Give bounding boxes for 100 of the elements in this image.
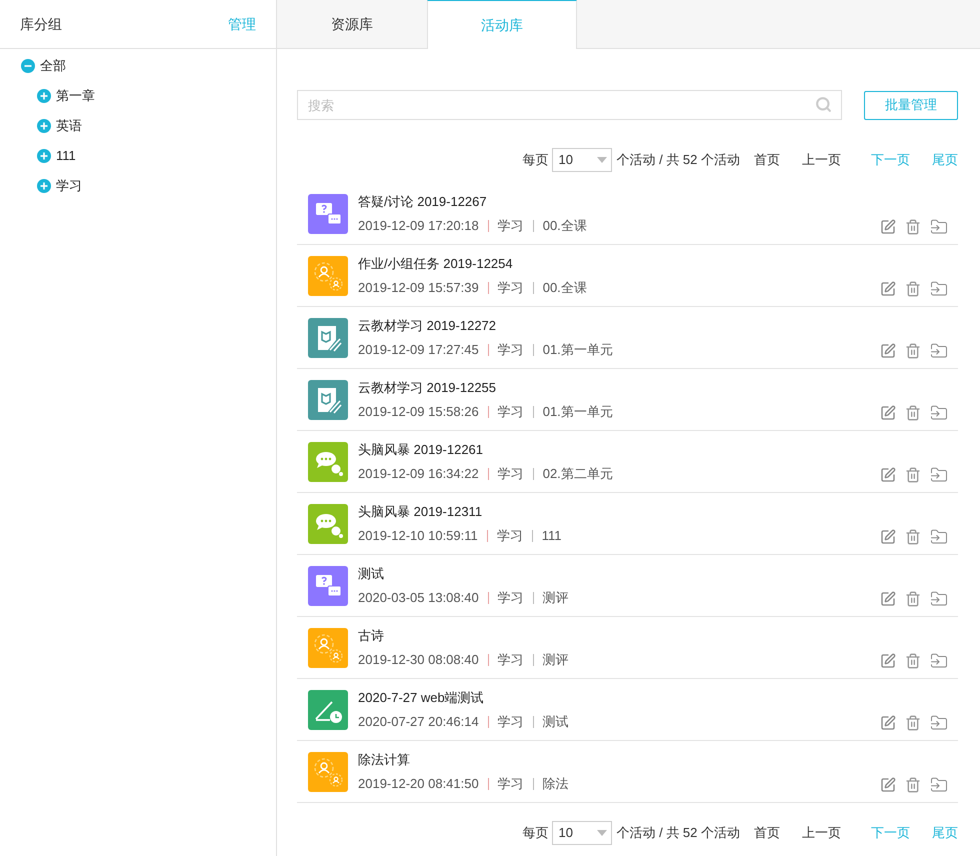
edit-icon[interactable] [880, 591, 896, 607]
trash-icon[interactable] [905, 715, 921, 731]
edit-icon[interactable] [880, 529, 896, 545]
activity-time: 2020-07-27 20:46:14 [358, 713, 479, 731]
activity-unit: 00.全课 [542, 279, 587, 297]
trash-icon[interactable] [905, 219, 921, 235]
activity-group: 学习 [498, 340, 524, 360]
sidebar-title: 库分组 [20, 14, 62, 34]
move-folder-icon[interactable] [930, 280, 948, 298]
activity-time: 2019-12-09 17:20:18 [358, 217, 479, 235]
activity-group: 学习 [498, 464, 524, 484]
move-folder-icon[interactable] [930, 218, 948, 236]
collapse-icon[interactable] [21, 59, 35, 73]
chat-question-icon [308, 194, 348, 234]
edit-icon[interactable] [880, 281, 896, 297]
trash-icon[interactable] [905, 529, 921, 545]
activity-group: 学习 [498, 650, 524, 670]
move-folder-icon[interactable] [930, 590, 948, 608]
trash-icon[interactable] [905, 591, 921, 607]
caret-down-icon [597, 157, 608, 163]
activity-unit: 111 [542, 527, 562, 545]
total-count: 个活动 / 共 52 个活动 [616, 151, 740, 170]
tree-item[interactable]: 111 [56, 146, 76, 166]
activity-title[interactable]: 头脑风暴 2019-12261 [358, 440, 880, 459]
pen-clock-icon [308, 690, 348, 730]
chat-question-icon [308, 566, 348, 606]
activity-unit: 除法 [542, 775, 569, 793]
book-pen-icon [308, 380, 348, 420]
move-folder-icon[interactable] [930, 342, 948, 360]
per-page-label: 每页 [522, 824, 548, 842]
activity-title[interactable]: 测试 [358, 564, 880, 583]
edit-icon[interactable] [880, 343, 896, 359]
activity-unit: 01.第一单元 [542, 341, 613, 359]
activity-time: 2019-12-10 10:59:11 [358, 527, 478, 545]
trash-icon[interactable] [905, 343, 921, 359]
edit-icon[interactable] [880, 467, 896, 483]
activity-unit: 测评 [542, 589, 569, 607]
activity-unit: 02.第二单元 [542, 465, 613, 483]
activity-unit: 01.第一单元 [542, 403, 613, 421]
move-folder-icon[interactable] [930, 528, 948, 546]
caret-down-icon [597, 830, 608, 836]
move-folder-icon[interactable] [930, 776, 948, 794]
activity-time: 2020-03-05 13:08:40 [358, 589, 479, 607]
activity-group: 学习 [498, 588, 524, 608]
activity-title[interactable]: 云教材学习 2019-12272 [358, 316, 880, 335]
move-folder-icon[interactable] [930, 652, 948, 670]
trash-icon[interactable] [905, 467, 921, 483]
trash-icon[interactable] [905, 653, 921, 669]
activity-time: 2019-12-09 16:34:22 [358, 465, 479, 483]
total-count: 个活动 / 共 52 个活动 [616, 824, 740, 842]
activity-title[interactable]: 2020-7-27 web端测试 [358, 688, 880, 707]
tree-item[interactable]: 全部 [40, 56, 66, 76]
per-page-select[interactable]: 10 [552, 148, 612, 172]
tree-item[interactable]: 学习 [56, 176, 82, 196]
activity-title[interactable]: 作业/小组任务 2019-12254 [358, 254, 880, 273]
people-gear-icon [308, 752, 348, 792]
expand-icon[interactable] [37, 149, 51, 163]
activity-unit: 00.全课 [542, 217, 587, 235]
trash-icon[interactable] [905, 281, 921, 297]
move-folder-icon[interactable] [930, 466, 948, 484]
chat-bubbles-icon [308, 442, 348, 482]
expand-icon[interactable] [37, 119, 51, 133]
edit-icon[interactable] [880, 715, 896, 731]
people-gear-icon [308, 256, 348, 296]
activity-unit: 测评 [542, 651, 569, 669]
edit-icon[interactable] [880, 653, 896, 669]
activity-time: 2019-12-20 08:41:50 [358, 775, 479, 793]
activity-time: 2019-12-30 08:08:40 [358, 651, 479, 669]
edit-icon[interactable] [880, 405, 896, 421]
expand-icon[interactable] [37, 179, 51, 193]
trash-icon[interactable] [905, 405, 921, 421]
activity-time: 2019-12-09 17:27:45 [358, 341, 479, 359]
move-folder-icon[interactable] [930, 404, 948, 422]
activity-title[interactable]: 头脑风暴 2019-12311 [358, 502, 880, 521]
activity-group: 学习 [498, 402, 524, 422]
activity-group: 学习 [498, 278, 524, 298]
move-folder-icon[interactable] [930, 714, 948, 732]
activity-group: 学习 [498, 712, 524, 732]
activity-group: 学习 [498, 774, 524, 794]
book-pen-icon [308, 318, 348, 358]
edit-icon[interactable] [880, 219, 896, 235]
people-gear-icon [308, 628, 348, 668]
edit-icon[interactable] [880, 777, 896, 793]
search-field[interactable]: 搜索 [297, 90, 842, 120]
tree-item[interactable]: 英语 [56, 116, 82, 136]
activity-title[interactable]: 答疑/讨论 2019-12267 [358, 192, 880, 211]
activity-unit: 测试 [542, 713, 569, 731]
per-page-select[interactable]: 10 [552, 821, 612, 845]
activity-group: 学习 [498, 216, 524, 236]
activity-time: 2019-12-09 15:57:39 [358, 279, 479, 297]
expand-icon[interactable] [37, 89, 51, 103]
activity-title[interactable]: 云教材学习 2019-12255 [358, 378, 880, 397]
activity-time: 2019-12-09 15:58:26 [358, 403, 479, 421]
tree-item[interactable]: 第一章 [56, 86, 95, 106]
activity-title[interactable]: 古诗 [358, 626, 880, 645]
chat-bubbles-icon [308, 504, 348, 544]
per-page-label: 每页 [522, 151, 548, 170]
trash-icon[interactable] [905, 777, 921, 793]
activity-group: 学习 [496, 526, 523, 546]
activity-title[interactable]: 除法计算 [358, 750, 880, 769]
